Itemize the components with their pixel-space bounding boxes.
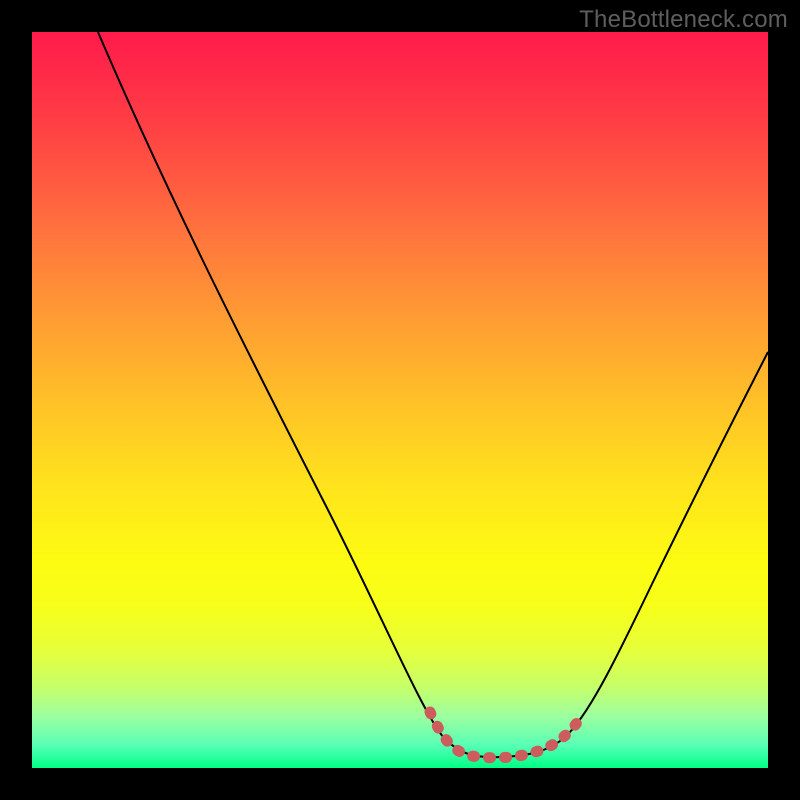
bottleneck-curve bbox=[98, 32, 768, 757]
highlight-band bbox=[430, 712, 582, 758]
plot-area bbox=[32, 32, 768, 768]
watermark-text: TheBottleneck.com bbox=[579, 6, 788, 34]
chart-frame: TheBottleneck.com bbox=[0, 0, 800, 800]
chart-svg bbox=[32, 32, 768, 768]
